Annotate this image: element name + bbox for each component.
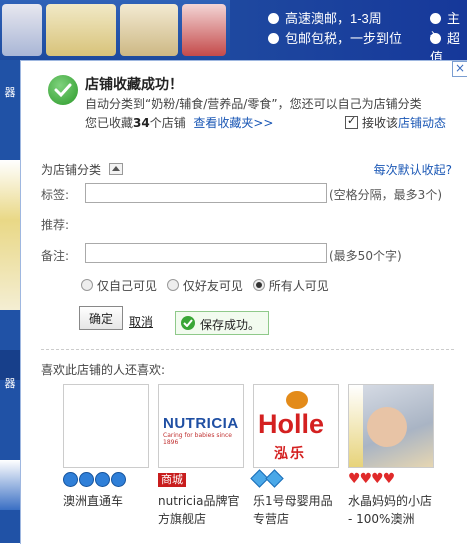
shop-name[interactable]: 澳洲直通车 [63,492,149,510]
product-can [46,4,116,56]
recommended-shop[interactable]: NUTRICIA Caring for babies since 1896 商城… [158,384,244,528]
recommended-shop[interactable]: ♥♥♥♥ 水晶妈妈的小店 - 100%澳洲 [348,384,434,528]
diamond-icon [265,469,284,488]
shop-rating [63,472,149,488]
shop-thumbnail[interactable] [348,384,434,468]
tags-label: 标签: [41,188,70,202]
default-collapse-link[interactable]: 每次默认收起? [374,161,452,178]
receive-updates-option[interactable]: 接收该店铺动态 [345,114,446,131]
shop-name[interactable]: nutricia品牌官方旗舰店 [158,492,244,528]
crown-icon [63,472,78,487]
shop-thumbnail[interactable]: NUTRICIA Caring for babies since 1896 [158,384,244,468]
radio-button[interactable] [166,279,179,291]
crown-icon [79,472,94,487]
tags-input[interactable] [85,183,327,203]
dialog-title: 店铺收藏成功！ [85,77,183,93]
success-icon [181,316,195,330]
feature-item: 包邮包税，一步到位 [268,28,402,47]
nutricia-logo: NUTRICIA Caring for babies since 1896 [163,415,239,446]
holle-sun-icon [286,391,308,409]
confirm-button[interactable]: 确定 [79,306,123,330]
visibility-option-everyone[interactable]: 所有人可见 [252,279,329,293]
shop-thumbnail[interactable]: Holle 泓乐 [253,384,339,468]
sidebar-product-image [0,160,20,310]
dot-icon [268,33,279,44]
dot-icon [268,13,279,24]
shop-name[interactable]: 乐1号母婴用品专营店 [253,492,339,528]
receive-updates-checkbox[interactable] [345,114,358,129]
shop-rating: ♥♥♥♥ [348,472,434,488]
sidebar-product-image [0,460,20,510]
crown-icon [95,472,110,487]
recommended-shop[interactable]: Holle 泓乐 乐1号母婴用品专营店 [250,384,339,528]
product-can [120,4,178,56]
background-sidebar: 器 器 [0,60,20,543]
also-like-title: 喜欢此店铺的人还喜欢: [41,363,166,377]
note-label: 备注: [41,249,70,263]
crown-icon [111,472,126,487]
product-can [2,4,42,56]
feature-item: 高速澳邮，1-3周 [268,8,382,27]
visibility-options: 仅自己可见 仅好友可见 所有人可见 [81,277,335,294]
visibility-option-self[interactable]: 仅自己可见 [81,279,157,293]
shop-thumbnail[interactable] [63,384,149,468]
shop-name[interactable]: 水晶妈妈的小店 - 100%澳洲 [348,492,434,528]
baby-photo [367,407,407,447]
shop-rating [250,469,339,488]
shop-rating: 商城 [158,472,244,488]
save-success-message: 保存成功。 [175,311,269,335]
dot-icon [430,13,441,24]
note-hint: (最多50个字) [329,249,402,263]
cancel-link[interactable]: 取消 [129,313,153,330]
category-info-text: 自动分类到“奶粉/辅食/营养品/零食”，您还可以自己为店铺分类 [85,97,422,111]
note-input[interactable] [85,243,327,263]
divider [41,349,454,350]
close-button[interactable]: × [452,61,467,77]
success-check-icon [48,75,78,105]
close-icon[interactable]: × [455,61,465,75]
heart-icon: ♥ [382,471,396,487]
collect-count: 34 [133,116,150,130]
mall-badge: 商城 [158,473,186,487]
product-banner-image [0,0,230,60]
sidebar-label: 器 [4,377,16,390]
collect-count-line: 您已收藏34个店铺 查看收藏夹>> [85,116,274,130]
shop-updates-link[interactable]: 店铺动态 [398,116,446,130]
product-cans-photo [349,385,363,467]
radio-button[interactable] [81,279,93,291]
collapse-toggle-icon[interactable] [108,163,123,175]
visibility-option-friends[interactable]: 仅好友可见 [166,279,243,293]
sidebar-label: 器 [4,86,16,99]
favorite-shop-dialog: × 店铺收藏成功！ 自动分类到“奶粉/辅食/营养品/零食”，您还可以自己为店铺分… [20,60,467,544]
dot-icon [430,33,441,44]
holle-logo: Holle [258,409,325,439]
tags-hint: (空格分隔，最多3个) [329,188,442,202]
product-bottle [182,4,226,56]
holle-logo-cn: 泓乐 [274,446,306,462]
view-favorites-link[interactable]: 查看收藏夹>> [193,116,273,130]
recommend-label: 推荐: [41,218,70,232]
recommended-shop[interactable]: 澳洲直通车 [63,384,149,510]
radio-button[interactable] [252,279,265,291]
category-header: 为店铺分类 [41,161,123,178]
